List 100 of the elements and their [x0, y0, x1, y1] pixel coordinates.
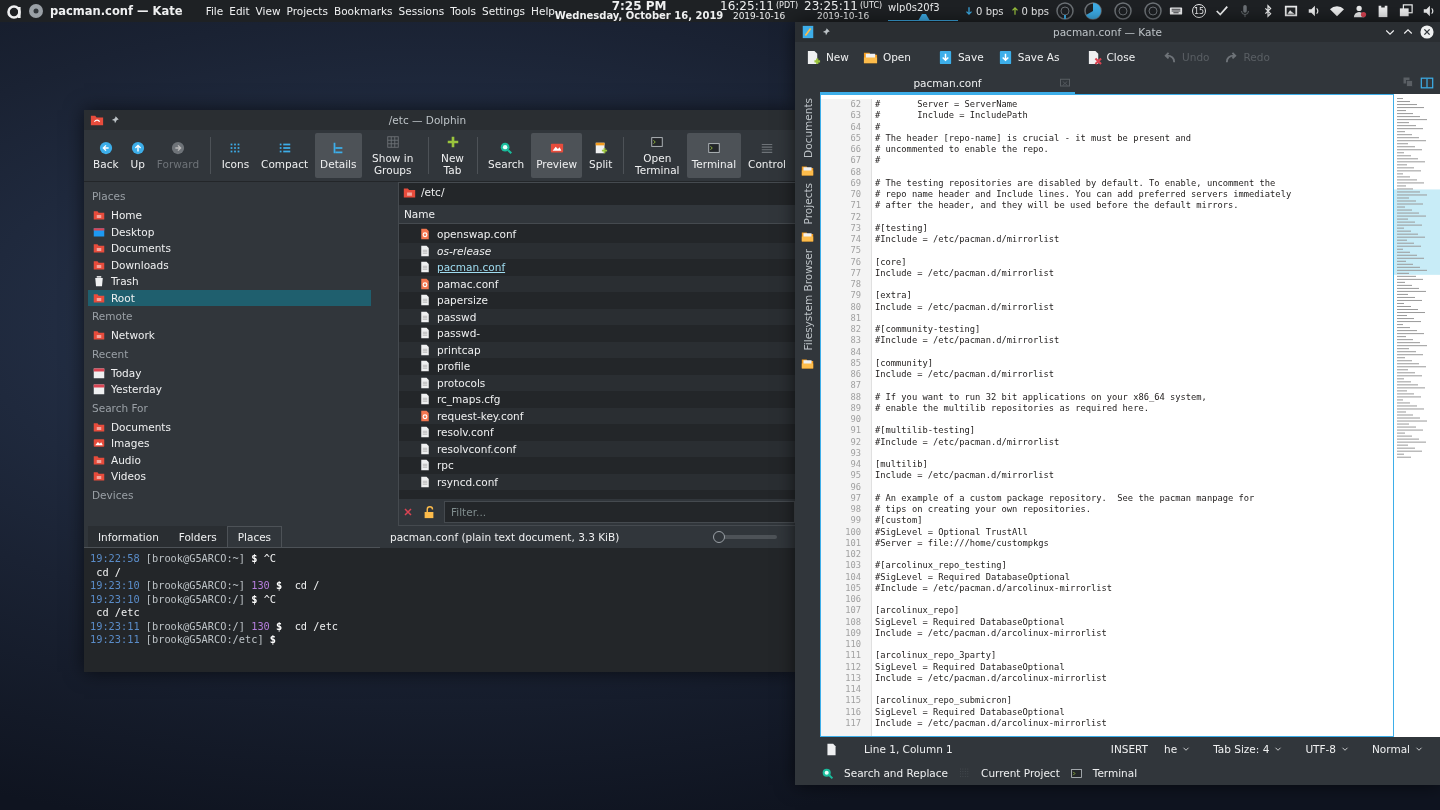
prompt-symbol: $	[251, 552, 258, 564]
file-name[interactable]: rpc	[437, 459, 454, 472]
code-line: Include = /etc/pacman.d/mirrorlist	[875, 369, 1055, 379]
file-name[interactable]: resolvconf.conf	[437, 442, 517, 455]
encoding-dropdown[interactable]: UTF-8	[1299, 743, 1356, 755]
slider-thumb[interactable]	[713, 531, 725, 543]
file-name[interactable]: openswap.conf	[437, 228, 517, 241]
toolbar-button[interactable]: Search	[483, 133, 530, 178]
section-heading: Search For	[91, 400, 149, 416]
input-mode[interactable]: INSERT	[1110, 743, 1149, 755]
line-number: 82	[849, 324, 861, 336]
toolbar-button[interactable]: Open	[857, 46, 916, 68]
text-file-icon	[419, 360, 431, 373]
dictionary-dropdown[interactable]: he	[1158, 743, 1198, 755]
terminal-prompt: [brook@G5ARCO:/etc]	[145, 633, 264, 645]
highlight-dropdown[interactable]: Normal	[1366, 743, 1430, 755]
file-name[interactable]: protocols	[437, 376, 486, 389]
sidebar-item[interactable]: Home	[88, 207, 371, 224]
text-file-icon	[419, 393, 431, 406]
line-number: 74	[849, 234, 861, 246]
sidebar-item[interactable]: Audio	[88, 451, 371, 468]
toolbar-button[interactable]: New	[801, 46, 854, 68]
tool-view-tab[interactable]: Search and Replace	[842, 767, 951, 779]
toolbar-button[interactable]: Back	[88, 133, 124, 178]
panel-tab[interactable]: Information	[88, 526, 169, 547]
toolbar-button[interactable]: Icons	[216, 133, 255, 178]
line-number: 112	[844, 661, 861, 673]
file-name[interactable]: rsyncd.conf	[437, 475, 498, 488]
tool-view-tab[interactable]: Current Project	[979, 767, 1062, 779]
sidebar-item[interactable]: Desktop	[88, 223, 371, 240]
code-line: #[multilib-testing]	[875, 425, 976, 436]
file-name[interactable]: request-key.conf	[437, 409, 524, 422]
prompt-symbol: $	[276, 579, 283, 591]
file-name[interactable]: resolv.conf	[437, 426, 494, 439]
sidebar-item[interactable]: Documents	[88, 240, 371, 257]
menu-item[interactable]: Bookmarks	[330, 5, 396, 17]
filter-field[interactable]: Filter...	[444, 501, 795, 523]
clock-date: Wednesday, October 16, 2019	[554, 11, 724, 21]
toolbar-button[interactable]: Details	[315, 133, 362, 178]
code-line: Include = /etc/pacman.d/arcolinux-mirrorlist	[875, 672, 1107, 683]
sidebar-item[interactable]: Today	[88, 364, 371, 381]
terminal-icon	[650, 135, 665, 149]
file-name[interactable]: printcap	[437, 343, 481, 356]
toolbar-button[interactable]: Save	[932, 46, 989, 68]
file-name[interactable]: papersize	[437, 294, 488, 307]
file-name[interactable]: pacman.conf	[437, 261, 506, 274]
desktop-icon	[93, 225, 105, 238]
toolbar-button[interactable]: Save As	[992, 46, 1065, 68]
file-name[interactable]: rc_maps.cfg	[437, 393, 501, 406]
sidebar-item[interactable]: Downloads	[88, 256, 371, 273]
toolbar-button[interactable]: Split	[584, 133, 618, 178]
text-file-icon	[419, 310, 431, 323]
tool-view-tab[interactable]: Terminal	[1090, 767, 1140, 779]
location-path[interactable]: /etc/	[421, 186, 445, 198]
toolbar-button[interactable]: Compact	[256, 133, 314, 178]
sidebar-item[interactable]: Network	[88, 327, 371, 344]
menu-item[interactable]: View	[252, 5, 284, 17]
file-name[interactable]: passwd-	[437, 327, 481, 340]
sidebar-item[interactable]: Videos	[88, 468, 371, 485]
panel-tab[interactable]: Folders	[168, 526, 227, 547]
toolbar-button[interactable]: Close	[1081, 46, 1141, 68]
menu-item[interactable]: Edit	[226, 5, 253, 17]
sidebar-item[interactable]: Yesterday	[88, 381, 371, 398]
file-name[interactable]: os-release	[437, 244, 492, 257]
sidebar-item[interactable]: Documents	[88, 418, 371, 435]
menu-item[interactable]: Sessions	[395, 5, 448, 17]
file-name[interactable]: pamac.conf	[437, 277, 499, 290]
section-heading: Recent	[91, 346, 130, 362]
file-name[interactable]: passwd	[437, 310, 477, 323]
toolbar-button[interactable]: Show in Groups	[363, 133, 422, 178]
menu-item[interactable]: File	[202, 5, 227, 17]
menu-item[interactable]: Tools	[447, 5, 479, 17]
sidebar-item[interactable]: Root	[88, 289, 371, 306]
toolbar-button[interactable]: Control	[743, 133, 791, 178]
toolbar-button[interactable]: Terminal	[686, 133, 742, 178]
panel-tab[interactable]: Places	[226, 526, 283, 547]
line-number: 67	[849, 155, 861, 167]
menu-item[interactable]: Projects	[283, 5, 331, 17]
terminal-prompt: [brook@G5ARCO:~]	[145, 579, 245, 591]
side-tab[interactable]: Documents	[801, 98, 814, 158]
file-name[interactable]: profile	[437, 360, 471, 373]
tab-size-dropdown[interactable]: Tab Size: 4	[1207, 743, 1290, 755]
side-tab[interactable]: Filesystem Browser	[801, 249, 814, 351]
line-number: 66	[849, 144, 861, 156]
toolbar-button[interactable]: Up	[125, 133, 150, 178]
code-line: [multilib]	[875, 459, 928, 469]
toolbar-button[interactable]: Preview	[531, 133, 583, 178]
toolbar-button[interactable]: New Tab	[434, 133, 471, 178]
folder-icon	[801, 163, 814, 177]
side-tab[interactable]: Projects	[801, 182, 814, 225]
menu-item[interactable]: Settings	[479, 5, 529, 17]
toolbar-button[interactable]: Open Terminal	[629, 133, 685, 178]
code-line: # uncommented to enable the repo.	[875, 144, 1049, 154]
line-number: 65	[849, 132, 861, 144]
sidebar-item[interactable]: Trash	[88, 273, 371, 290]
folder-icon	[801, 356, 814, 370]
column-header[interactable]: Name	[399, 205, 795, 224]
sidebar-item[interactable]: Images	[88, 435, 371, 452]
arrow-right-icon	[170, 141, 185, 155]
line-number: 77	[849, 267, 861, 279]
